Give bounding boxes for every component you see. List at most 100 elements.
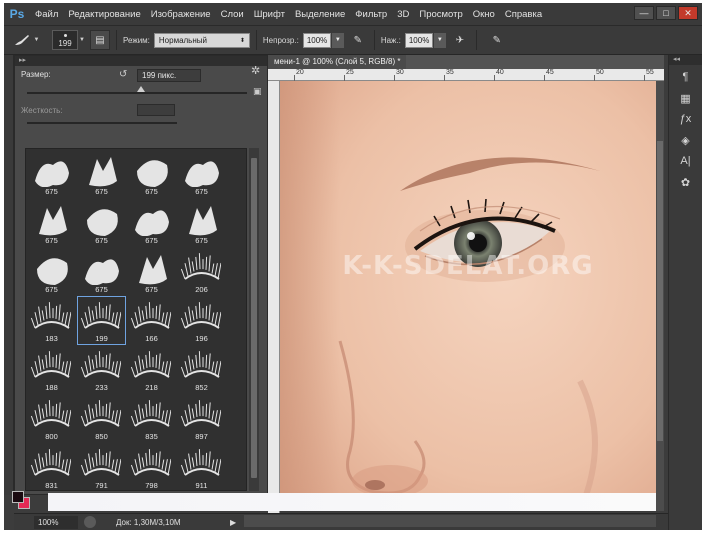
brush-preset[interactable]: 675 [27,149,76,198]
app-logo: Ps [9,7,25,21]
menu-layers[interactable]: Слои [216,9,249,20]
blend-mode-select[interactable]: Нормальный ⬍ [153,32,250,48]
divider [475,30,477,50]
pressure-size-icon[interactable]: ✎ [487,30,507,50]
brush-preset[interactable]: 233 [77,345,126,394]
brush-preset[interactable]: 831 [27,443,76,490]
brush-list-scrollbar[interactable] [249,148,259,491]
watermark-text: K-K-SDELAT.ORG [342,251,594,281]
brush-preset[interactable]: 188 [27,345,76,394]
menu-view[interactable]: Просмотр [414,9,467,20]
brush-shape-icon [189,206,217,236]
brush-preset[interactable]: 675 [27,247,76,296]
brush-size-label: 675 [95,285,108,294]
brush-preset[interactable]: 675 [177,149,226,198]
brush-preset[interactable]: 675 [177,198,226,247]
brush-size-label: 675 [195,187,208,196]
brush-preset[interactable]: 675 [77,149,126,198]
menu-edit[interactable]: Редактирование [63,9,145,20]
brush-preset[interactable]: 911 [177,443,226,490]
brush-size-label: 850 [95,432,108,441]
opacity-dropdown-icon[interactable]: ▼ [331,32,344,48]
menu-help[interactable]: Справка [500,9,547,20]
gear-icon[interactable]: ✲ [251,64,260,77]
brush-preset[interactable]: 800 [27,394,76,443]
menu-select[interactable]: Выделение [290,9,350,20]
airbrush-icon[interactable]: ✈ [450,30,470,50]
maximize-button[interactable]: □ [656,6,676,20]
brush-size-label: 675 [195,236,208,245]
menu-filter[interactable]: Фильтр [350,9,392,20]
brush-preset[interactable]: 218 [127,345,176,394]
foreground-color-swatch[interactable] [12,491,24,503]
reset-size-icon[interactable]: ↺ [119,69,127,80]
brush-preset[interactable]: 791 [77,443,126,490]
layers-icon[interactable]: ◈ [676,131,696,149]
brush-size-label: 199 [95,334,108,343]
brush-preset[interactable]: 675 [27,198,76,247]
flow-dropdown-icon[interactable]: ▼ [433,32,446,48]
brush-preset[interactable]: 675 [77,198,126,247]
brush-preset[interactable]: 206 [177,247,226,296]
tool-preset-picker[interactable]: ▼ [4,29,48,51]
menu-file[interactable]: Файл [30,9,63,20]
menu-image[interactable]: Изображение [146,9,216,20]
brush-size-value: 199 [58,39,72,48]
menu-3d[interactable]: 3D [392,9,414,20]
menu-window[interactable]: Окно [468,9,500,20]
brush-preset[interactable]: 196 [177,296,226,345]
new-preset-icon[interactable]: ▣ [253,86,262,97]
hardness-slider-track[interactable] [27,122,177,124]
character-styles-icon[interactable]: ▦ [676,89,696,107]
close-button[interactable]: ✕ [678,6,698,20]
hardness-input[interactable] [137,104,175,116]
size-input[interactable]: 199 пикс. [137,69,201,82]
brush-preset[interactable]: 675 [127,247,176,296]
brush-dot-icon [63,34,67,37]
panel-dock-header[interactable]: ◂◂ [669,55,702,65]
scroll-thumb[interactable] [251,158,257,478]
character-icon[interactable]: A| [676,152,696,170]
brush-preset[interactable]: 183 [27,296,76,345]
brush-preset[interactable]: 199 [77,296,126,345]
brush-shape-icon [37,258,68,285]
brush-preset[interactable]: 675 [127,198,176,247]
brush-preset[interactable]: 166 [127,296,176,345]
document-canvas[interactable]: K-K-SDELAT.ORG [280,81,656,511]
opacity-input[interactable]: 100% [302,32,331,48]
brush-preset[interactable]: 850 [77,394,126,443]
paragraph-icon[interactable]: ¶ [676,68,696,86]
size-slider-thumb[interactable] [137,86,146,92]
minimize-button[interactable]: — [634,6,654,20]
eyelash-brush-icon [181,400,221,427]
size-slider-track[interactable] [27,92,247,94]
tools-strip-collapsed[interactable] [4,55,14,495]
document-tab[interactable]: мени-1 @ 100% (Слой 5, RGB/8) * [268,55,407,69]
brush-preset[interactable]: 675 [127,149,176,198]
pressure-opacity-icon[interactable]: ✎ [348,30,368,50]
eyelash-brush-icon [81,400,121,427]
menu-type[interactable]: Шрифт [249,9,290,20]
brush-preset[interactable]: 798 [127,443,176,490]
brush-panel-toggle-icon[interactable]: ▤ [90,30,110,50]
scroll-thumb[interactable] [657,141,663,441]
color-wheel-icon[interactable]: ✿ [676,173,696,191]
chevron-down-icon[interactable]: ▼ [78,30,86,50]
panel-header[interactable]: ▸▸ [15,56,267,66]
brush-preset[interactable]: 835 [127,394,176,443]
brush-preset[interactable]: 675 [77,247,126,296]
ruler-tick-label: 35 [446,69,454,76]
horizontal-scrollbar[interactable] [244,515,656,527]
eyelash-brush-icon [181,253,221,280]
zoom-input[interactable]: 100% [34,515,78,529]
vertical-scrollbar[interactable] [656,81,664,511]
brush-preset[interactable]: 852 [177,345,226,394]
brush-size-picker[interactable]: 199 [52,30,78,50]
brush-preset[interactable]: 897 [177,394,226,443]
status-info-icon[interactable] [84,516,96,528]
eyelash-brush-icon [181,449,221,476]
status-menu-arrow-icon[interactable]: ▶ [230,518,236,527]
brush-size-label: 791 [95,481,108,490]
adjustments-icon[interactable]: ƒx [676,110,696,128]
flow-input[interactable]: 100% [404,32,433,48]
